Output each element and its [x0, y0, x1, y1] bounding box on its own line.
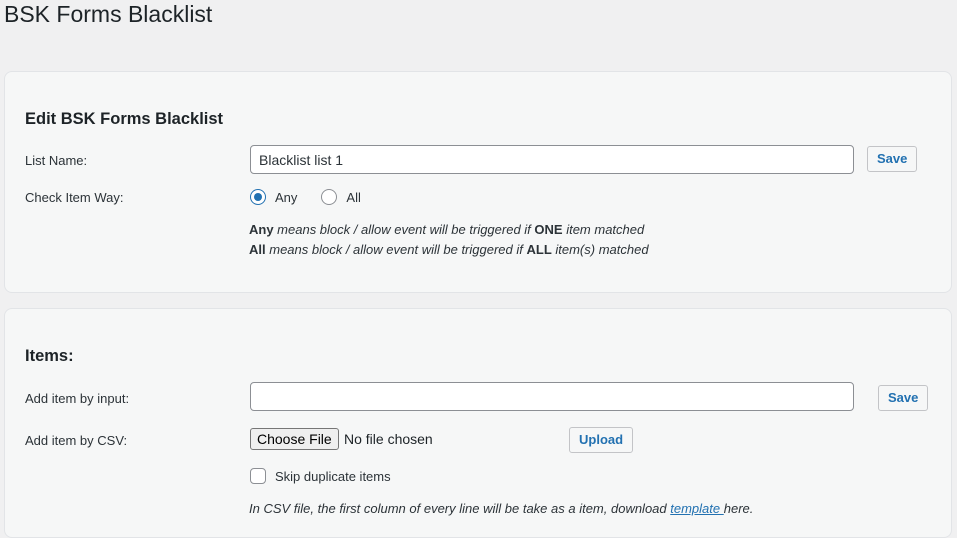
skip-duplicates-checkbox[interactable] — [250, 468, 266, 484]
template-link[interactable]: template — [670, 501, 723, 516]
radio-any-label: Any — [275, 189, 298, 205]
radio-all-label: All — [346, 189, 361, 205]
check-item-way-label: Check Item Way: — [25, 190, 124, 205]
csv-note-tail: here. — [723, 501, 754, 516]
add-item-input[interactable] — [250, 382, 854, 411]
add-item-csv-label: Add item by CSV: — [25, 433, 128, 448]
items-panel: Items: Add item by input: Save Add item … — [4, 308, 952, 538]
hint-all-strong2: ALL — [526, 242, 552, 257]
list-name-input[interactable] — [250, 145, 854, 174]
edit-section-title: Edit BSK Forms Blacklist — [25, 110, 224, 128]
add-item-save-button[interactable]: Save — [878, 385, 929, 411]
items-section-title: Items: — [25, 347, 74, 365]
csv-note-text: In CSV file, the first column of every l… — [249, 501, 671, 516]
skip-duplicates-label: Skip duplicate items — [275, 468, 391, 484]
radio-any[interactable]: Any — [250, 189, 297, 205]
hint-any-text2: item matched — [562, 222, 645, 237]
radio-all[interactable]: All — [321, 189, 361, 205]
radio-all-control[interactable] — [321, 189, 338, 205]
choose-file-button[interactable]: Choose File — [250, 428, 339, 450]
list-name-save-button[interactable]: Save — [867, 146, 918, 172]
hint-all-strong: All — [249, 242, 266, 257]
file-status: No file chosen — [344, 431, 433, 447]
edit-blacklist-panel: Edit BSK Forms Blacklist List Name: Save… — [4, 71, 952, 293]
hint-all-text2: item(s) matched — [551, 242, 649, 257]
csv-note: In CSV file, the first column of every l… — [249, 501, 753, 516]
hint-all: All means block / allow event will be tr… — [249, 242, 649, 257]
hint-any-strong2: ONE — [534, 222, 563, 237]
skip-duplicates-row: Skip duplicate items — [250, 468, 391, 484]
check-item-way-radio-group: Any All — [250, 189, 385, 205]
radio-any-control[interactable] — [250, 189, 266, 205]
hint-all-text: means block / allow event will be trigge… — [265, 242, 527, 257]
hint-any-text: means block / allow event will be trigge… — [273, 222, 535, 237]
list-name-label: List Name: — [25, 153, 88, 168]
page-title: BSK Forms Blacklist — [4, 1, 213, 27]
upload-button[interactable]: Upload — [569, 427, 634, 453]
hint-any: Any means block / allow event will be tr… — [249, 222, 644, 237]
add-item-input-label: Add item by input: — [25, 391, 130, 406]
hint-any-strong: Any — [249, 222, 274, 237]
